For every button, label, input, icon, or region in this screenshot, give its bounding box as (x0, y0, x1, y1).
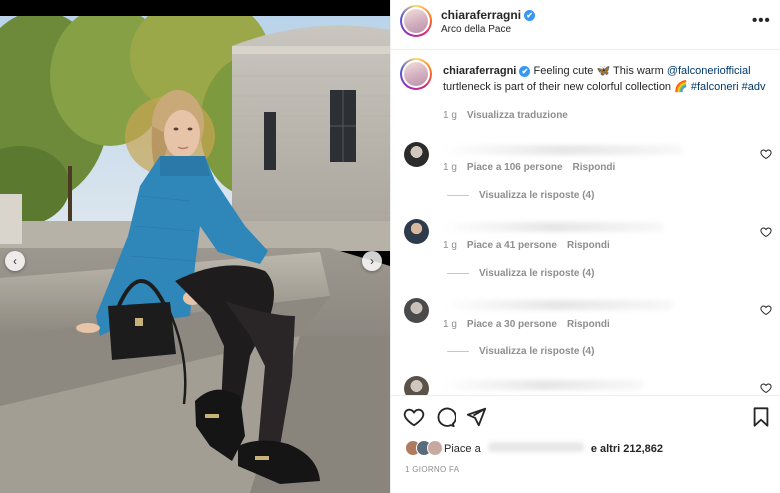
caption-text: Feeling cute 🦋 This warm (533, 65, 667, 77)
replies-divider (447, 195, 469, 196)
commenter-avatar[interactable] (404, 298, 429, 323)
replies-divider (447, 273, 469, 274)
bookmark-icon[interactable] (750, 406, 772, 428)
comment-time: 1 g (443, 162, 457, 173)
view-replies-label[interactable]: Visualizza le risposte (4) (479, 268, 594, 279)
comment-text-obscured (443, 380, 643, 390)
heart-icon[interactable] (403, 406, 425, 428)
liker-names-obscured (487, 441, 584, 452)
post-actions-bar: Piace a e altri 212,862 1 GIORNO FA (391, 395, 780, 493)
post-photo[interactable]: ‹ › (0, 0, 390, 493)
comment-text-obscured (443, 222, 663, 232)
comment-likes[interactable]: Piace a 41 persone (467, 240, 557, 251)
verified-badge-icon: ✔ (524, 9, 536, 21)
liker-avatars (405, 440, 443, 456)
comment-text-obscured (443, 145, 683, 155)
photo-top-bar (0, 0, 390, 16)
comment-meta: 1 g Piace a 30 persone Rispondi (443, 319, 610, 330)
post-caption: chiaraferragni ✔ Feeling cute 🦋 This war… (443, 63, 773, 95)
next-image-button[interactable]: › (362, 251, 382, 271)
commenter-avatar[interactable] (404, 219, 429, 244)
previous-image-button[interactable]: ‹ (5, 251, 25, 271)
heart-icon[interactable] (760, 148, 772, 160)
caption-mention-link[interactable]: @falconeriofficial (667, 65, 751, 77)
post-side-panel: chiaraferragni ✔ Arco della Pace ••• chi… (390, 0, 780, 493)
post-timestamp[interactable]: 1 GIORNO FA (405, 465, 459, 474)
comment-likes[interactable]: Piace a 30 persone (467, 319, 557, 330)
reply-button[interactable]: Rispondi (567, 319, 610, 330)
view-replies-button[interactable]: Visualizza le risposte (4) (447, 190, 594, 201)
comment-time: 1 g (443, 240, 457, 251)
likes-summary[interactable]: Piace a e altri 212,862 (405, 440, 663, 456)
heart-icon[interactable] (760, 382, 772, 394)
likes-text[interactable]: Piace a e altri 212,862 (444, 441, 663, 455)
caption-time: 1 g (443, 110, 457, 121)
heart-icon[interactable] (760, 304, 772, 316)
likes-prefix: Piace a (444, 442, 481, 455)
caption-text: turtleneck is part of their new colorful… (443, 81, 691, 93)
author-avatar[interactable] (400, 5, 432, 37)
likes-count[interactable]: 212,862 (623, 443, 663, 455)
comment-text-obscured (443, 300, 673, 310)
post-image (0, 16, 390, 493)
caption-username[interactable]: chiaraferragni (443, 65, 516, 77)
post-header: chiaraferragni ✔ Arco della Pace ••• (391, 0, 780, 50)
more-options-icon[interactable]: ••• (752, 12, 771, 29)
replies-divider (447, 351, 469, 352)
likes-suffix: e altri (590, 442, 621, 455)
verified-badge-icon: ✔ (519, 66, 531, 77)
caption-meta: 1 g Visualizza traduzione (443, 110, 568, 121)
view-replies-button[interactable]: Visualizza le risposte (4) (447, 268, 594, 279)
reply-button[interactable]: Rispondi (567, 240, 610, 251)
caption-hashtag-link[interactable]: #falconeri (691, 81, 739, 93)
caption-author-avatar[interactable] (400, 58, 432, 90)
comment-likes[interactable]: Piace a 106 persone (467, 162, 563, 173)
comment-meta: 1 g Piace a 106 persone Rispondi (443, 162, 615, 173)
heart-icon[interactable] (760, 226, 772, 238)
paper-plane-icon[interactable] (465, 406, 487, 428)
caption-hashtag-link[interactable]: #adv (742, 81, 766, 93)
view-replies-button[interactable]: Visualizza le risposte (4) (447, 346, 594, 357)
comment-meta: 1 g Piace a 41 persone Rispondi (443, 240, 610, 251)
view-replies-label[interactable]: Visualizza le risposte (4) (479, 346, 594, 357)
translate-button[interactable]: Visualizza traduzione (467, 110, 568, 121)
comment-icon[interactable] (434, 406, 456, 428)
reply-button[interactable]: Rispondi (573, 162, 616, 173)
comment-time: 1 g (443, 319, 457, 330)
author-username-row[interactable]: chiaraferragni ✔ (441, 8, 536, 22)
author-username[interactable]: chiaraferragni (441, 8, 521, 22)
post-location[interactable]: Arco della Pace (441, 24, 511, 35)
view-replies-label[interactable]: Visualizza le risposte (4) (479, 190, 594, 201)
commenter-avatar[interactable] (404, 142, 429, 167)
